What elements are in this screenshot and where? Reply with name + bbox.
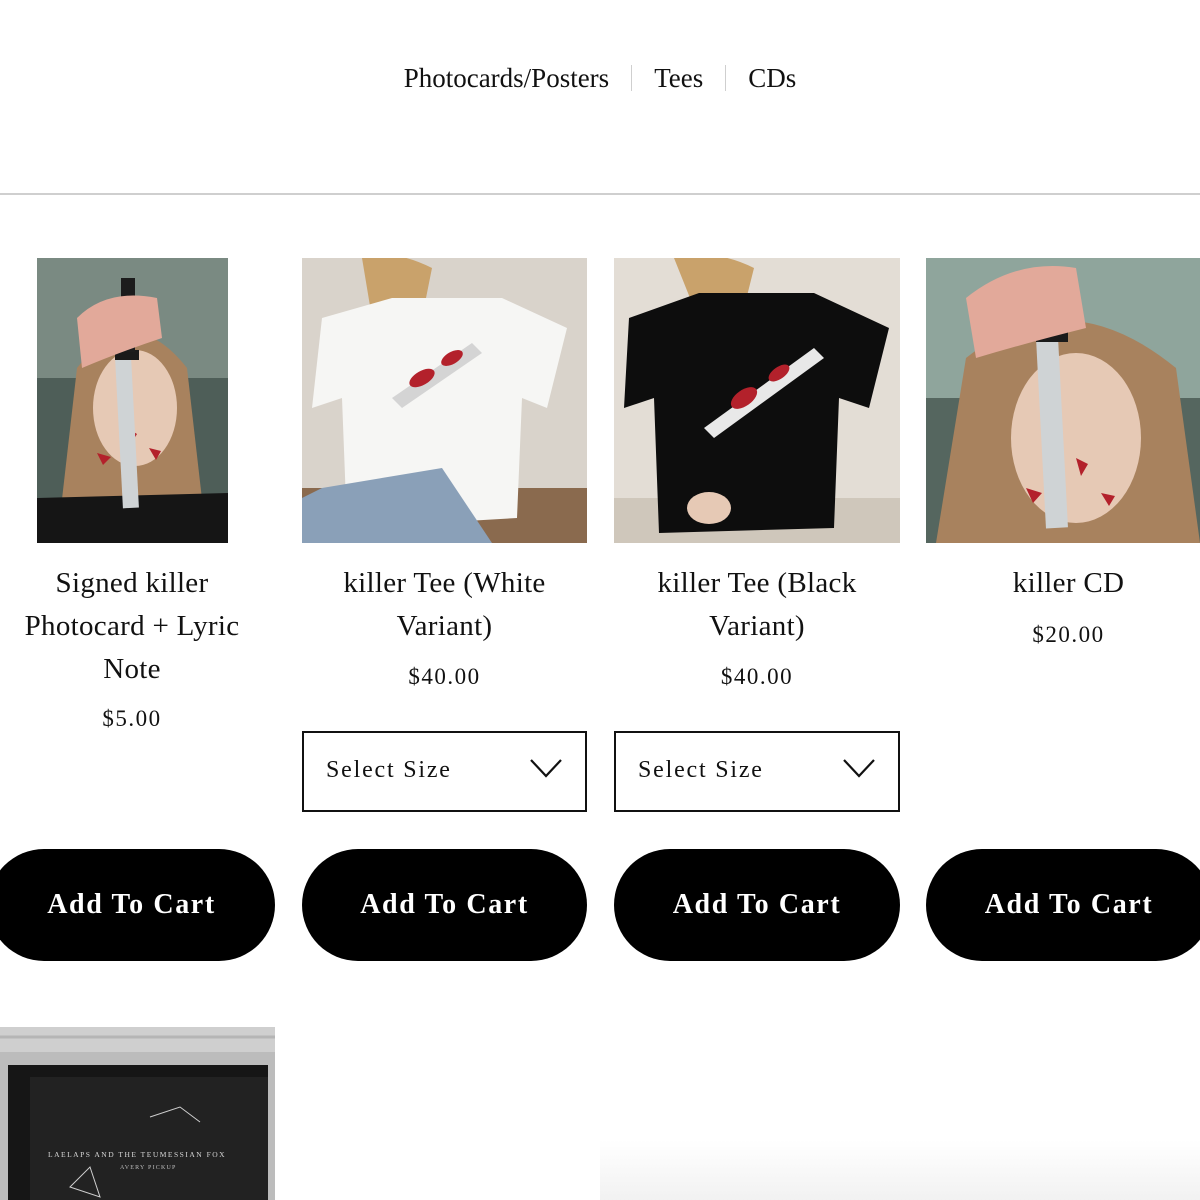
size-select-black-tee[interactable]: Select Size bbox=[614, 731, 900, 812]
product-title-line: killer CD bbox=[1012, 567, 1125, 599]
product-title-line: killer Tee (Black bbox=[657, 567, 857, 599]
category-nav: Photocards/Posters Tees CDs bbox=[0, 52, 1200, 104]
product-image-photocard[interactable] bbox=[37, 258, 228, 543]
product-price-cd: $20.00 bbox=[1032, 622, 1105, 647]
nav-link-tees[interactable]: Tees bbox=[654, 63, 703, 94]
nav-separator bbox=[631, 65, 633, 91]
cd-cover-artist: AVERY PICKUP bbox=[120, 1165, 177, 1171]
chevron-down-icon bbox=[843, 759, 875, 778]
product-title-line: killer Tee (White bbox=[343, 567, 546, 599]
product-title-cd[interactable]: killer CD bbox=[937, 562, 1200, 605]
product-title-photocard[interactable]: Signed killer Photocard + Lyric Note bbox=[0, 562, 264, 691]
size-select-label: Select Size bbox=[326, 757, 452, 783]
add-to-cart-button-black-tee[interactable]: Add To Cart bbox=[614, 849, 900, 961]
product-title-black-tee[interactable]: killer Tee (Black Variant) bbox=[614, 562, 900, 648]
nav-link-photocards-posters[interactable]: Photocards/Posters bbox=[404, 63, 610, 94]
product-price-photocard: $5.00 bbox=[102, 706, 162, 731]
size-select-white-tee[interactable]: Select Size bbox=[302, 731, 587, 812]
product-title-white-tee[interactable]: killer Tee (White Variant) bbox=[302, 562, 587, 648]
product-title-line: Note bbox=[103, 653, 161, 685]
nav-link-cds[interactable]: CDs bbox=[748, 63, 796, 94]
nav-divider bbox=[0, 193, 1200, 195]
size-select-label: Select Size bbox=[638, 757, 764, 783]
product-price-black-tee: $40.00 bbox=[720, 664, 794, 689]
product-title-line: Variant) bbox=[396, 610, 493, 642]
nav-separator bbox=[725, 65, 727, 91]
product-image-black-tee[interactable] bbox=[614, 258, 900, 543]
bottom-fade bbox=[600, 1140, 1200, 1200]
product-title-line: Signed killer bbox=[55, 567, 209, 599]
product-title-line: Photocard + Lyric bbox=[24, 610, 240, 642]
cd-cover-title: LAELAPS AND THE TEUMESSIAN FOX bbox=[48, 1150, 226, 1159]
add-to-cart-button-white-tee[interactable]: Add To Cart bbox=[302, 849, 587, 961]
product-image-white-tee[interactable] bbox=[302, 258, 587, 543]
product-image-cd-case[interactable]: LAELAPS AND THE TEUMESSIAN FOX AVERY PIC… bbox=[0, 1027, 275, 1200]
product-title-line: Variant) bbox=[709, 610, 805, 642]
chevron-down-icon bbox=[530, 759, 562, 778]
product-image-cd[interactable] bbox=[926, 258, 1200, 543]
add-to-cart-button-cd[interactable]: Add To Cart bbox=[926, 849, 1200, 961]
add-to-cart-button-photocard[interactable]: Add To Cart bbox=[0, 849, 275, 961]
product-price-white-tee: $40.00 bbox=[408, 664, 481, 689]
